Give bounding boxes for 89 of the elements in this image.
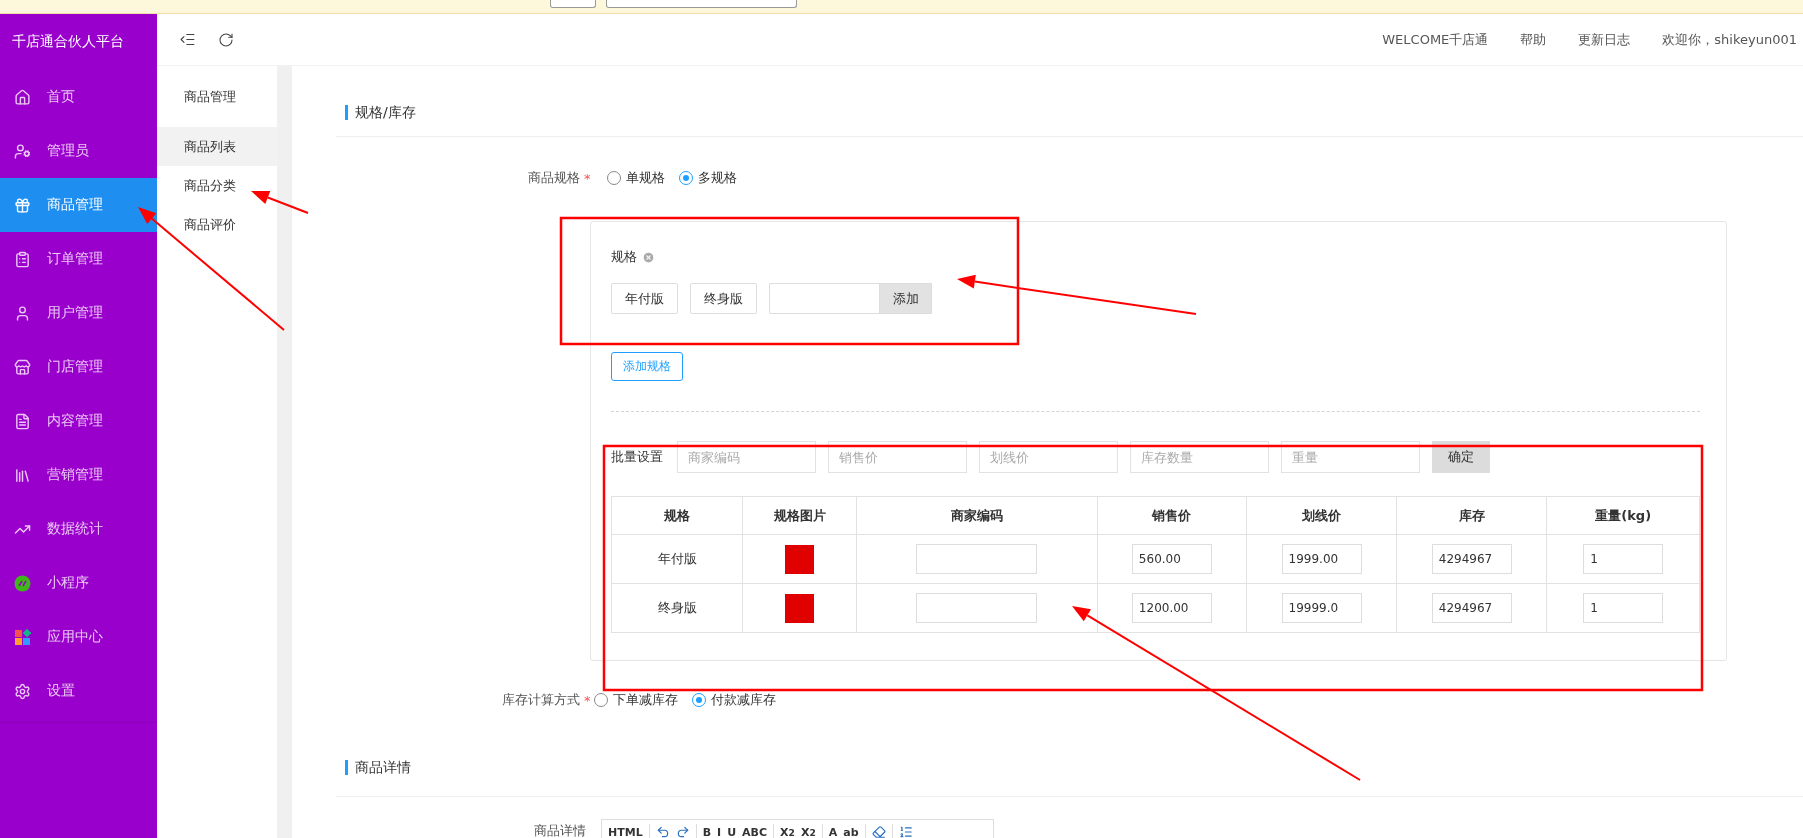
sidebar-item[interactable]: 内容管理 — [0, 394, 157, 448]
sidebar-item[interactable]: 小程序 — [0, 556, 157, 610]
product-thumbnail — [785, 544, 815, 574]
sidebar-item[interactable]: 门店管理 — [0, 340, 157, 394]
header-link[interactable]: 帮助 — [1520, 30, 1547, 49]
gift-icon — [14, 196, 31, 214]
home-icon — [14, 88, 31, 106]
spec-value-tag[interactable]: 终身版 — [690, 283, 757, 314]
submenu-item[interactable]: 商品列表 — [157, 127, 277, 166]
toolbar-button[interactable]: U — [727, 825, 737, 838]
input-field[interactable]: 划线价 — [979, 441, 1118, 473]
sidebar-item[interactable]: 设置 — [0, 664, 157, 718]
toolbar-button[interactable]: I — [717, 825, 722, 838]
section-title: 商品详情 — [345, 760, 411, 775]
input-field[interactable]: 560.00 — [1131, 544, 1212, 574]
column-header: 库存 — [1396, 496, 1547, 535]
refresh-icon[interactable] — [218, 31, 234, 48]
column-header: 商家编码 — [856, 496, 1098, 535]
table-cell: 年付版 — [611, 534, 743, 584]
required-mark: * — [584, 692, 592, 708]
column-header: 划线价 — [1246, 496, 1397, 535]
column-header: 销售价 — [1097, 496, 1247, 535]
input-field[interactable]: 4294967 — [1431, 544, 1512, 574]
header-link[interactable]: 更新日志 — [1578, 30, 1631, 49]
toolbar-button[interactable]: ab — [843, 825, 859, 838]
sidebar-item[interactable]: 首页 — [0, 70, 157, 124]
column-header: 规格 — [611, 496, 743, 535]
radio-option[interactable]: 多规格 — [679, 169, 737, 187]
input-field[interactable]: 19999.0 — [1281, 593, 1362, 623]
product-thumbnail — [785, 593, 815, 623]
user-icon — [14, 304, 31, 322]
input-field[interactable]: 1200.00 — [1131, 593, 1212, 623]
toolbar-button[interactable]: HTML — [608, 825, 643, 838]
menu-icon[interactable] — [179, 31, 196, 48]
input-field[interactable]: 库存数量 — [1130, 441, 1269, 473]
input-field[interactable]: 1 — [1583, 544, 1664, 574]
toolbar-button[interactable]: B — [702, 825, 712, 838]
input-field[interactable] — [769, 283, 879, 314]
field-label: 商品详情 — [533, 822, 586, 838]
add-button[interactable]: 添加 — [879, 283, 932, 314]
clipboard-icon — [14, 250, 31, 268]
input-field[interactable] — [916, 544, 1038, 574]
column-header: 重量(kg) — [1546, 496, 1700, 535]
radio-option[interactable]: 付款减库存 — [692, 691, 776, 709]
input-field[interactable]: 重量 — [1281, 441, 1420, 473]
section-title: 规格/库存 — [345, 104, 416, 120]
input-field[interactable]: 商家编码 — [677, 441, 816, 473]
sidebar-item[interactable]: 应用中心 — [0, 610, 157, 664]
batch-label: 批量设置 — [611, 448, 664, 466]
field-label: 商品规格 — [527, 169, 580, 187]
store-icon — [14, 358, 31, 376]
sidebar-item[interactable]: 管理员 — [0, 124, 157, 178]
undo-icon[interactable] — [655, 825, 670, 838]
sidebar-item[interactable]: 营销管理 — [0, 448, 157, 502]
input-field[interactable]: 4294967 — [1431, 593, 1512, 623]
settings-icon — [14, 682, 31, 700]
document-icon — [14, 412, 31, 430]
input-field[interactable] — [916, 593, 1038, 623]
column-header: 规格图片 — [742, 496, 857, 535]
app-title: 千店通合伙人平台 — [11, 32, 125, 51]
strip-field[interactable] — [606, 0, 797, 8]
field-label: 库存计算方式 — [501, 691, 580, 709]
input-field[interactable]: 1999.00 — [1281, 544, 1362, 574]
close-icon[interactable] — [642, 250, 655, 264]
sidebar-item[interactable]: 数据统计 — [0, 502, 157, 556]
spec-group-name: 规格 — [611, 248, 637, 266]
sidebar-item[interactable]: 用户管理 — [0, 286, 157, 340]
input-field[interactable]: 1 — [1583, 593, 1664, 623]
numbered-list-icon[interactable] — [898, 825, 913, 838]
radio-option[interactable]: 下单减库存 — [594, 691, 678, 709]
confirm-button[interactable]: 确定 — [1432, 441, 1490, 473]
toolbar-button[interactable]: ABC — [742, 825, 768, 838]
spec-value-tag[interactable]: 年付版 — [611, 283, 678, 314]
link-circle-icon — [14, 574, 31, 592]
required-mark: * — [584, 170, 592, 186]
submenu-title: 商品管理 — [183, 87, 237, 106]
table-cell: 终身版 — [611, 583, 743, 633]
radio-option[interactable]: 单规格 — [607, 169, 665, 187]
apps-icon — [14, 628, 31, 646]
sidebar-item[interactable]: 订单管理 — [0, 232, 157, 286]
header-link[interactable]: 欢迎你，shikeyun001 — [1662, 30, 1797, 49]
redo-icon[interactable] — [675, 825, 690, 838]
header-link[interactable]: WELCOME千店通 — [1382, 30, 1489, 49]
books-icon — [14, 466, 31, 484]
strip-button[interactable] — [550, 0, 596, 8]
user-gear-icon — [14, 142, 31, 160]
eraser-icon[interactable] — [871, 825, 886, 838]
toolbar-button[interactable]: A — [828, 825, 838, 838]
input-field[interactable]: 销售价 — [828, 441, 967, 473]
